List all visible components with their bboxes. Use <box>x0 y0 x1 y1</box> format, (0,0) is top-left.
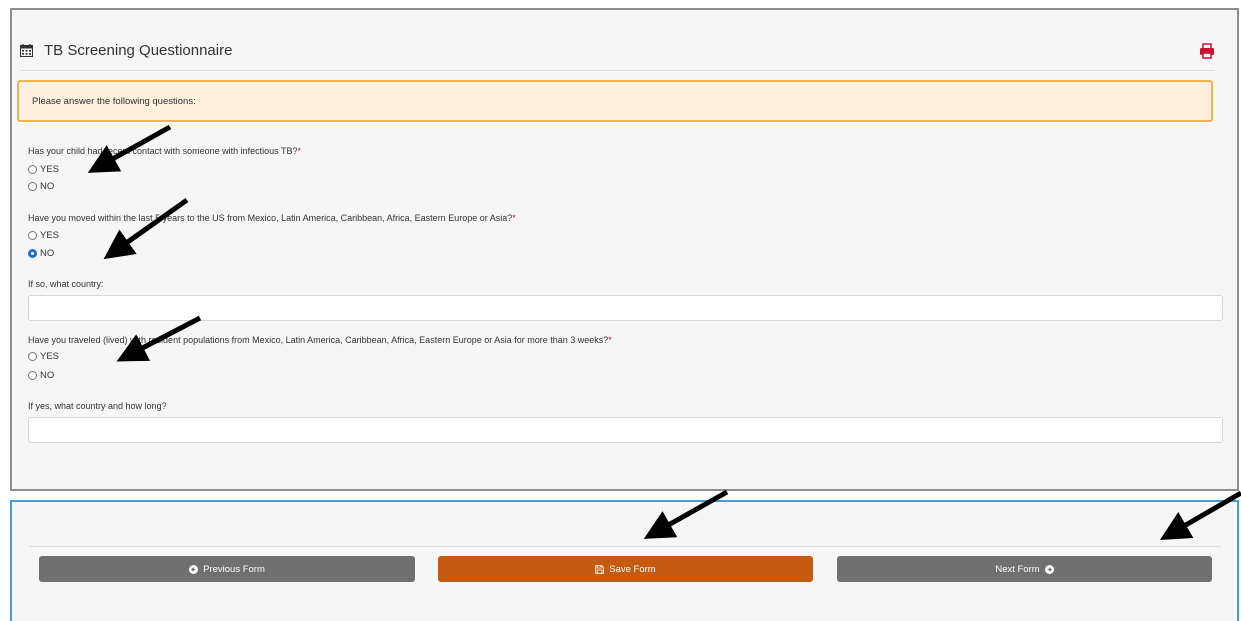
instructions-alert: Please answer the following questions: <box>17 80 1213 122</box>
q3-yes-option[interactable]: YES <box>28 350 59 363</box>
next-form-button[interactable]: Next Form <box>837 556 1212 582</box>
footer-divider <box>29 546 1221 547</box>
q2-no-option[interactable]: NO <box>28 247 54 260</box>
question-3-label: Have you traveled (lived) with resident … <box>28 335 612 345</box>
country-label: If so, what country: <box>28 279 104 289</box>
q2-no-radio[interactable] <box>28 249 37 258</box>
travel-label: If yes, what country and how long? <box>28 401 167 411</box>
calendar-icon <box>20 44 33 57</box>
question-1-label: Has your child had recent contact with s… <box>28 146 301 156</box>
q1-yes-option[interactable]: YES <box>28 163 59 176</box>
previous-form-button[interactable]: Previous Form <box>39 556 415 582</box>
q1-no-radio[interactable] <box>28 182 37 191</box>
alert-text: Please answer the following questions: <box>32 96 196 107</box>
country-input[interactable] <box>28 295 1223 321</box>
arrow-left-circle-icon <box>189 564 199 574</box>
q3-yes-radio[interactable] <box>28 352 37 361</box>
printer-icon[interactable] <box>1199 43 1215 59</box>
q3-no-radio[interactable] <box>28 371 37 380</box>
q1-yes-radio[interactable] <box>28 165 37 174</box>
travel-input[interactable] <box>28 417 1223 443</box>
q3-no-option[interactable]: NO <box>28 369 54 382</box>
q2-yes-radio[interactable] <box>28 231 37 240</box>
q1-no-option[interactable]: NO <box>28 180 54 193</box>
save-form-button[interactable]: Save Form <box>438 556 813 582</box>
card-header: TB Screening Questionnaire <box>20 40 1215 71</box>
save-icon <box>595 564 604 574</box>
page-title: TB Screening Questionnaire <box>44 42 233 59</box>
q2-yes-option[interactable]: YES <box>28 229 59 242</box>
question-2-label: Have you moved within the last 5 years t… <box>28 213 516 223</box>
arrow-right-circle-icon <box>1044 564 1054 574</box>
